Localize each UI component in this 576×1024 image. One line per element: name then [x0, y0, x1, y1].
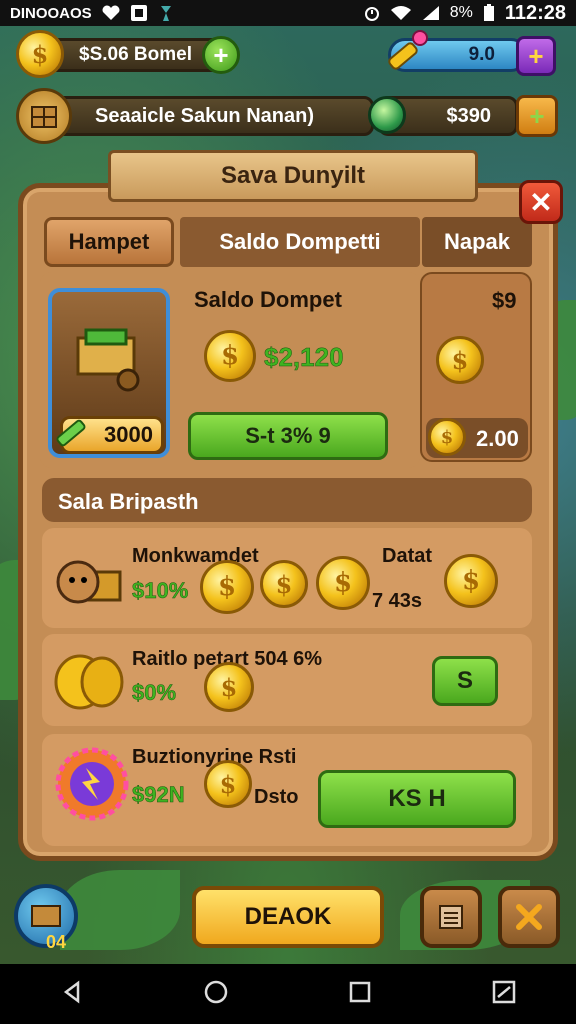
gem-wand-icon: [380, 28, 430, 78]
chest-bar: Seaaicle Sakun Nanan): [44, 96, 374, 136]
panel-title: Sava Dunyilt: [220, 162, 366, 189]
signal-icon: [422, 5, 440, 21]
system-nav-bar: [0, 964, 576, 1024]
row-action-button[interactable]: KS H: [318, 770, 516, 828]
tab-napak[interactable]: Napak: [422, 217, 532, 267]
coin-icon: $: [200, 560, 254, 614]
coin-icon: $: [260, 560, 308, 608]
crate-icon: [16, 88, 72, 144]
crate-icon: [31, 905, 61, 927]
tab-hampet[interactable]: Hampet: [44, 217, 174, 267]
level-badge-value: 04: [46, 932, 67, 952]
row-green-value: $0%: [132, 680, 177, 706]
main-action-label: DEAOK: [244, 903, 332, 930]
list-icon: [439, 905, 463, 929]
row-extra-label: Datat: [382, 545, 433, 567]
wifi-icon: [390, 5, 412, 21]
badge-icon: [54, 746, 130, 822]
panel-title-ribbon: Sava Dunyilt: [108, 150, 478, 202]
tab-saldo-dompet[interactable]: Saldo Dompetti: [180, 217, 420, 267]
coin-icon: $: [16, 30, 64, 78]
row-extra-label: Dsto: [254, 786, 299, 808]
row-extra-value: 7 43s: [372, 590, 423, 612]
close-icon: [516, 904, 542, 930]
back-icon[interactable]: [60, 980, 84, 1009]
heart-icon: [102, 5, 120, 21]
coin-icon: $: [204, 760, 252, 808]
cancel-button[interactable]: [498, 886, 560, 948]
close-button[interactable]: ✕: [519, 180, 563, 224]
item-count: 3000: [104, 422, 153, 447]
battery-icon: [483, 4, 495, 22]
row-action-button[interactable]: S: [432, 656, 498, 706]
add-gems-button[interactable]: +: [516, 36, 556, 76]
battery-percent: 8%: [449, 4, 473, 21]
coin-icon: $: [204, 662, 254, 712]
coin-stack-icon: [52, 648, 126, 712]
home-icon[interactable]: [203, 979, 229, 1010]
close-icon: ✕: [529, 186, 553, 218]
tab-label: Hampet: [68, 229, 150, 254]
wallet-heading: Saldo Dompet: [194, 287, 342, 312]
side-value-top: $9: [492, 288, 517, 313]
coins-balance-label: $S.06 Bomel: [79, 44, 192, 65]
side-value-bottom: 2.00: [476, 426, 519, 451]
row-green-value: $10%: [132, 578, 189, 604]
coin-icon: $: [436, 336, 484, 384]
main-action-button[interactable]: DEAOK: [192, 886, 384, 948]
subheading: Sala Bripasth: [58, 489, 199, 514]
row-green-value: $92N: [132, 782, 185, 808]
chest-label: Seaaicle Sakun Nanan): [95, 104, 314, 127]
tab-label: Napak: [443, 229, 511, 254]
alarm-icon: [364, 4, 380, 22]
coin-icon: $: [444, 554, 498, 608]
cart-icon: [70, 324, 148, 394]
add-chest-button[interactable]: +: [516, 95, 558, 137]
carrier-label: DINOOAOS: [10, 4, 92, 22]
status-bar: DINOOAOS 8% 112:28: [0, 0, 576, 26]
row-action-label: S: [456, 667, 473, 694]
wallet-action-label: S-t 3% 9: [245, 423, 331, 448]
coin-icon: $: [428, 418, 466, 456]
monkey-icon: [52, 552, 124, 612]
clock: 112:28: [504, 1, 566, 24]
notes-icon[interactable]: [491, 979, 517, 1010]
bird-icon: [158, 4, 174, 22]
gems-balance-value: 9.0: [468, 44, 495, 65]
coin-icon: $: [316, 556, 370, 610]
app-icon: [130, 4, 148, 22]
wallet-amount: $2,120: [264, 342, 344, 373]
wand-icon: [52, 412, 92, 452]
recents-icon[interactable]: [348, 980, 372, 1009]
chest-value: $390: [446, 104, 492, 127]
coin-icon: $: [204, 330, 256, 382]
menu-button[interactable]: [420, 886, 482, 948]
add-coins-button[interactable]: +: [202, 36, 240, 74]
tab-label: Saldo Dompetti: [219, 229, 381, 254]
row-action-label: KS H: [388, 785, 446, 812]
green-orb-icon: [368, 96, 406, 134]
wallet-action-button[interactable]: S-t 3% 9: [188, 412, 388, 460]
